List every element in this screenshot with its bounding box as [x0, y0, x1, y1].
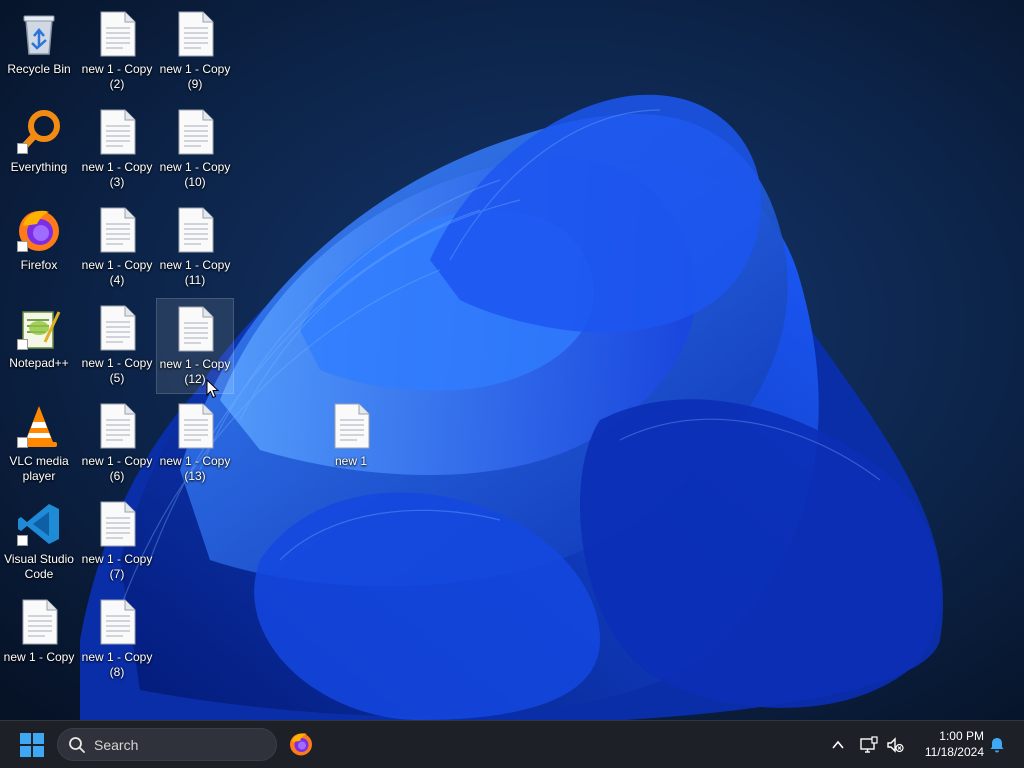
- desktop-icon-label: new 1: [334, 454, 368, 468]
- desktop-icon-label: new 1 - Copy (3): [81, 160, 153, 189]
- text-file-icon: [93, 108, 141, 156]
- desktop-icon-label: new 1 - Copy (5): [81, 356, 153, 385]
- text-file-icon: [93, 10, 141, 58]
- text-file-icon: [93, 598, 141, 646]
- search-placeholder: Search: [94, 736, 139, 753]
- shortcut-arrow-icon: [17, 437, 28, 448]
- desktop-icon-label: new 1 - Copy (12): [159, 357, 231, 386]
- desktop-icon-vlc[interactable]: VLC media player: [0, 396, 78, 492]
- notification-bell-icon[interactable]: [988, 736, 1006, 754]
- text-file-icon: [93, 500, 141, 548]
- desktop-icon-label: new 1 - Copy (4): [81, 258, 153, 287]
- desktop-icon-vscode[interactable]: Visual Studio Code: [0, 494, 78, 590]
- vlc-icon: [15, 402, 63, 450]
- chevron-up-icon[interactable]: [831, 738, 845, 752]
- search-icon: [69, 736, 85, 753]
- taskbar: Search 1:00 PM 11/18/2024: [0, 720, 1024, 768]
- desktop-icon-text-file[interactable]: new 1 - Copy (5): [78, 298, 156, 394]
- desktop-icon-firefox[interactable]: Firefox: [0, 200, 78, 296]
- desktop-icon-label: new 1 - Copy (10): [159, 160, 231, 189]
- desktop-icon-text-file[interactable]: new 1 - Copy (9): [156, 4, 234, 100]
- desktop: Recycle Bin Everything Firefox Notepad++…: [0, 0, 1024, 720]
- desktop-icon-recycle-bin[interactable]: Recycle Bin: [0, 4, 78, 100]
- desktop-icon-notepad-plus-plus[interactable]: Notepad++: [0, 298, 78, 394]
- desktop-icon-text-file[interactable]: new 1 - Copy (4): [78, 200, 156, 296]
- desktop-icon-text-file[interactable]: new 1 - Copy (8): [78, 592, 156, 688]
- desktop-icon-label: new 1 - Copy (9): [159, 62, 231, 91]
- desktop-icon-label: Notepad++: [9, 356, 69, 370]
- desktop-icon-label: new 1 - Copy (8): [81, 650, 153, 679]
- desktop-icon-text-file[interactable]: new 1 - Copy (13): [156, 396, 234, 492]
- text-file-icon: [171, 402, 219, 450]
- text-file-icon: [93, 206, 141, 254]
- notepad-plus-plus-icon: [15, 304, 63, 352]
- clock-date: 11/18/2024: [924, 745, 984, 759]
- desktop-icon-label: new 1 - Copy (6): [81, 454, 153, 483]
- clock-time: 1:00 PM: [939, 729, 984, 743]
- desktop-icon-everything[interactable]: Everything: [0, 102, 78, 198]
- firefox-icon: [15, 206, 63, 254]
- text-file-icon: [93, 402, 141, 450]
- desktop-icon-label: Firefox: [20, 258, 58, 272]
- volume-muted-icon[interactable]: [886, 736, 904, 754]
- desktop-icon-label: Everything: [10, 160, 68, 174]
- desktop-icon-text-file[interactable]: new 1 - Copy (12): [156, 298, 234, 394]
- text-file-icon: [171, 305, 219, 353]
- desktop-icon-label: new 1 - Copy (7): [81, 552, 153, 581]
- desktop-icon-text-file[interactable]: new 1 - Copy (6): [78, 396, 156, 492]
- desktop-icon-text-file[interactable]: new 1 - Copy (11): [156, 200, 234, 296]
- text-file-icon: [171, 10, 219, 58]
- taskbar-clock[interactable]: 1:00 PM 11/18/2024: [914, 728, 984, 760]
- desktop-icon-label: new 1 - Copy: [3, 650, 75, 664]
- shortcut-arrow-icon: [17, 339, 28, 350]
- text-file-icon: [93, 304, 141, 352]
- recycle-bin-icon: [15, 10, 63, 58]
- shortcut-arrow-icon: [17, 535, 28, 546]
- desktop-icon-text-file[interactable]: new 1: [312, 396, 390, 492]
- text-file-icon: [171, 206, 219, 254]
- text-file-icon: [15, 598, 63, 646]
- desktop-icon-label: Recycle Bin: [7, 62, 71, 76]
- desktop-icon-label: new 1 - Copy (11): [159, 258, 231, 287]
- desktop-icon-text-file[interactable]: new 1 - Copy (3): [78, 102, 156, 198]
- taskbar-firefox-icon[interactable]: [288, 731, 314, 757]
- network-icon[interactable]: [860, 736, 878, 754]
- desktop-icon-label: Visual Studio Code: [4, 552, 74, 581]
- shortcut-arrow-icon: [17, 143, 28, 154]
- vscode-icon: [15, 500, 63, 548]
- desktop-icon-text-file[interactable]: new 1 - Copy: [0, 592, 78, 688]
- desktop-icon-text-file[interactable]: new 1 - Copy (10): [156, 102, 234, 198]
- taskbar-search-box[interactable]: Search: [57, 728, 277, 761]
- shortcut-arrow-icon: [17, 241, 28, 252]
- desktop-icon-text-file[interactable]: new 1 - Copy (2): [78, 4, 156, 100]
- text-file-icon: [327, 402, 375, 450]
- desktop-icon-label: new 1 - Copy (2): [81, 62, 153, 91]
- everything-search-icon: [15, 108, 63, 156]
- text-file-icon: [171, 108, 219, 156]
- windows-start-icon[interactable]: [20, 733, 44, 757]
- desktop-icon-text-file[interactable]: new 1 - Copy (7): [78, 494, 156, 590]
- mouse-cursor-icon: [206, 379, 220, 399]
- desktop-icon-label: new 1 - Copy (13): [159, 454, 231, 483]
- desktop-icon-label: VLC media player: [9, 454, 69, 483]
